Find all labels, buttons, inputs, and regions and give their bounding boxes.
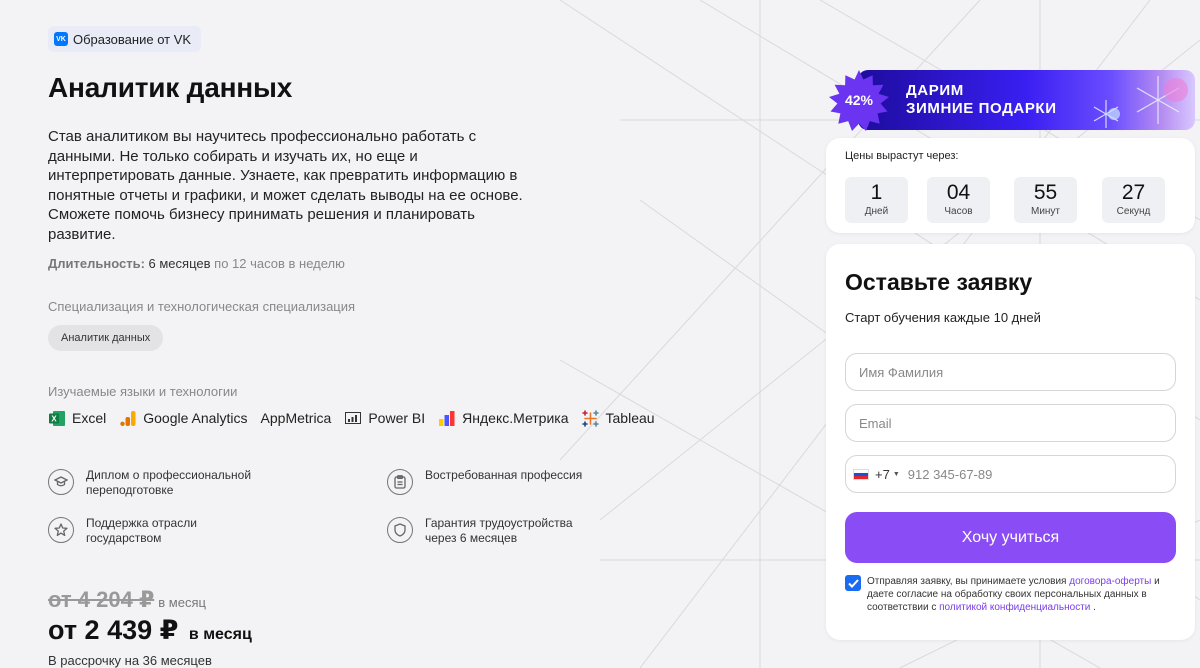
tech-item-power-bi: Power BI xyxy=(344,409,425,427)
application-form: Оставьте заявку Старт обучения каждые 10… xyxy=(826,244,1195,640)
timer-value: 55 xyxy=(1033,181,1058,204)
phone-input[interactable] xyxy=(907,466,1138,482)
old-price: от 4 204 ₽ в месяц xyxy=(48,587,206,613)
feature-text: Гарантия трудоустройства через 6 месяцев xyxy=(425,516,573,545)
tableau-icon xyxy=(582,409,600,427)
promo-text: ДАРИМ ЗИМНИЕ ПОДАРКИ xyxy=(906,82,1057,118)
google-analytics-icon xyxy=(119,409,137,427)
promo-line-2: ЗИМНИЕ ПОДАРКИ xyxy=(906,100,1057,117)
old-price-period: в месяц xyxy=(158,595,206,610)
privacy-policy-link[interactable]: политикой конфиденциальности xyxy=(939,602,1090,613)
installment-info: В рассрочку на 36 месяцев xyxy=(48,653,212,668)
excel-icon: X xyxy=(48,409,66,427)
vk-education-badge[interactable]: VK Образование от VK xyxy=(48,26,202,52)
tech-name: Google Analytics xyxy=(143,410,248,426)
timer-unit: Минут xyxy=(1030,206,1061,217)
promo-line-1: ДАРИМ xyxy=(906,82,964,99)
feature-text: Диплом о профессиональной переподготовке xyxy=(86,468,252,497)
winter-promo-banner[interactable]: ДАРИМ ЗИМНИЕ ПОДАРКИ xyxy=(858,70,1195,130)
offer-agreement-link[interactable]: договора-оферты xyxy=(1069,576,1151,587)
consent-text-part: . xyxy=(1090,602,1096,613)
timer-minutes: 55 Минут xyxy=(1014,177,1077,223)
tech-item-tableau: Tableau xyxy=(582,409,655,427)
brand-badge-label: Образование от VK xyxy=(73,31,192,47)
russia-flag-icon[interactable] xyxy=(853,468,869,480)
duration-note: по 12 часов в неделю xyxy=(214,256,345,271)
svg-text:X: X xyxy=(51,414,57,423)
course-description: Став аналитиком вы научитесь профессиона… xyxy=(48,128,523,243)
feature-state-support: Поддержка отрасли государством xyxy=(48,516,268,546)
tech-name: Power BI xyxy=(368,410,426,426)
duration-value: 6 месяцев xyxy=(148,256,211,271)
timer-value: 27 xyxy=(1121,181,1146,204)
timer-unit: Секунд xyxy=(1116,206,1151,217)
current-price: от 2 439 ₽ в месяц xyxy=(48,615,252,646)
old-price-value: от 4 204 ₽ xyxy=(48,587,155,612)
tech-item-appmetrica: AppMetrica xyxy=(261,410,332,426)
feature-text: Востребованная профессия xyxy=(425,468,583,482)
name-field[interactable] xyxy=(845,353,1176,391)
country-code-select[interactable]: +7 xyxy=(875,467,890,482)
tech-name: Яндекс.Метрика xyxy=(462,410,569,426)
discount-percent: 42% xyxy=(844,92,874,108)
specialization-chip[interactable]: Аналитик данных xyxy=(48,325,164,351)
star-icon xyxy=(48,517,74,543)
feature-employment-guarantee: Гарантия трудоустройства через 6 месяцев xyxy=(387,516,607,546)
phone-field: +7 ▼ xyxy=(845,455,1176,493)
timer-value: 04 xyxy=(946,181,971,204)
clipboard-icon xyxy=(387,469,413,495)
tech-name: AppMetrica xyxy=(260,410,332,426)
submit-button[interactable]: Хочу учиться xyxy=(845,512,1176,563)
duration-label: Длительность: xyxy=(48,256,145,271)
technologies-list: X Excel Google Analytics AppMetrica Powe… xyxy=(48,409,668,427)
consent-text: Отправляя заявку, вы принимаете условия … xyxy=(867,575,1170,614)
vk-logo-icon: VK xyxy=(54,32,68,46)
feature-in-demand: Востребованная профессия xyxy=(387,468,607,495)
technologies-label: Изучаемые языки и технологии xyxy=(48,384,238,399)
timer-title: Цены вырастут через: xyxy=(845,150,959,162)
course-duration: Длительность: 6 месяцев по 12 часов в не… xyxy=(48,256,345,271)
current-price-period: в месяц xyxy=(188,626,252,643)
timer-seconds: 27 Секунд xyxy=(1102,177,1165,223)
specialization-label: Специализация и технологическая специали… xyxy=(48,299,356,314)
email-field[interactable] xyxy=(845,404,1176,442)
power-bi-icon xyxy=(344,409,362,427)
timer-unit: Дней xyxy=(864,206,889,217)
shield-icon xyxy=(387,517,413,543)
consent-text-part: Отправляя заявку, вы принимаете условия xyxy=(867,576,1070,587)
tech-name: Tableau xyxy=(605,410,655,426)
tech-item-excel: X Excel xyxy=(48,409,106,427)
timer-unit: Часов xyxy=(944,206,973,217)
form-title: Оставьте заявку xyxy=(845,269,1033,295)
checkmark-icon xyxy=(847,578,859,588)
chevron-down-icon[interactable]: ▼ xyxy=(893,471,900,478)
current-price-value: от 2 439 ₽ xyxy=(48,615,179,645)
consent-checkbox[interactable] xyxy=(845,575,861,591)
form-subtitle: Старт обучения каждые 10 дней xyxy=(845,310,1041,325)
yandex-metrica-icon xyxy=(438,409,456,427)
feature-diploma: Диплом о профессиональной переподготовке xyxy=(48,468,268,498)
timer-value: 1 xyxy=(870,181,883,204)
page-title: Аналитик данных xyxy=(48,72,293,103)
timer-hours: 04 Часов xyxy=(927,177,990,223)
tech-name: Excel xyxy=(72,410,107,426)
price-timer-card: Цены вырастут через: 1 Дней 04 Часов 55 … xyxy=(826,138,1195,233)
feature-text: Поддержка отрасли государством xyxy=(86,516,197,545)
graduation-cap-icon xyxy=(48,469,74,495)
timer-days: 1 Дней xyxy=(845,177,908,223)
tech-item-google-analytics: Google Analytics xyxy=(119,409,248,427)
tech-item-yandex-metrica: Яндекс.Метрика xyxy=(438,409,569,427)
